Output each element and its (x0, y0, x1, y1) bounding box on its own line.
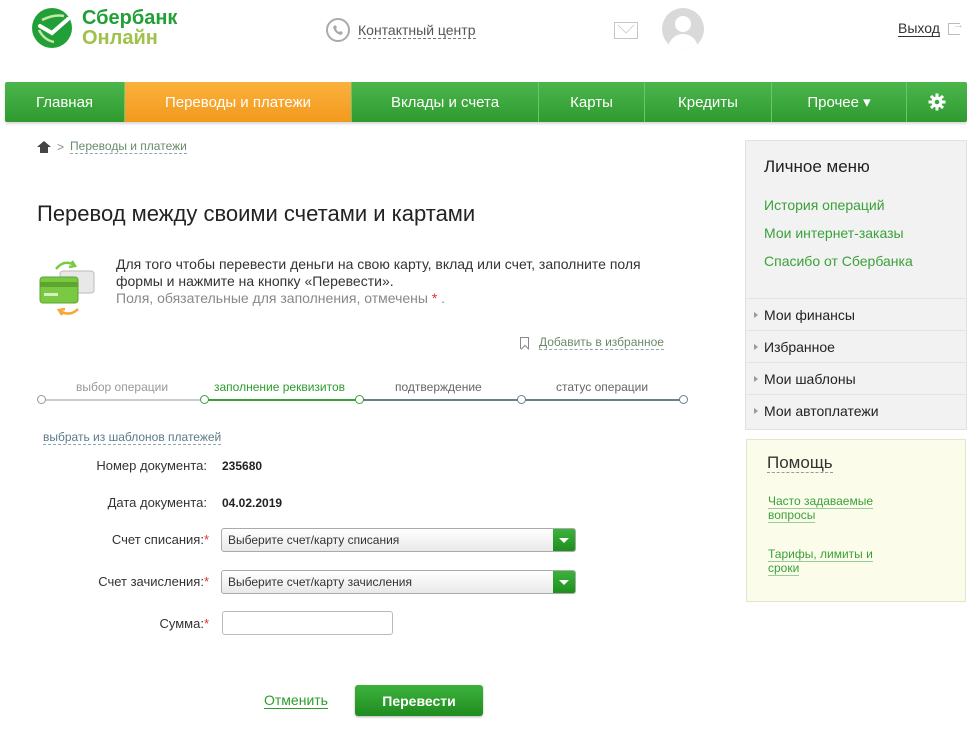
nav-item-transfers[interactable]: Переводы и платежи (125, 82, 352, 122)
add-to-favorites-link[interactable]: Добавить в избранное (520, 336, 664, 350)
amount-input[interactable] (222, 611, 393, 635)
nav-item-cards[interactable]: Карты (539, 82, 645, 122)
sidebar-link-orders[interactable]: Мои интернет-заказы (764, 225, 904, 241)
sidebar-item-autopayments[interactable]: Мои автоплатежи (746, 394, 967, 426)
doc-number-value: 235680 (222, 459, 263, 473)
contact-center-link[interactable]: Контактный центр (326, 18, 476, 42)
add-to-favorites-label: Добавить в избранное (539, 335, 664, 350)
avatar-body (668, 34, 698, 50)
personal-menu-title: Личное меню (764, 157, 870, 176)
sberbank-logo-icon (32, 8, 72, 48)
from-account-label-text: Счет списания: (111, 532, 204, 547)
step-label-confirm: подтверждение (395, 380, 482, 394)
step-line-active (204, 399, 359, 401)
step-dot-2 (200, 395, 209, 404)
help-link-tariffs-label: Тарифы, лимиты и сроки (768, 547, 873, 576)
nav-item-credits[interactable]: Кредиты (645, 82, 772, 122)
help-link-faq[interactable]: Часто задаваемые вопросы (768, 494, 898, 523)
avatar[interactable] (662, 8, 704, 50)
step-dot-4 (517, 395, 526, 404)
sidebar-link-history[interactable]: История операций (764, 197, 885, 213)
logout-label: Выход (898, 20, 940, 37)
required-mark: * (203, 532, 209, 547)
sidebar-link-spasibo[interactable]: Спасибо от Сбербанка (764, 253, 913, 269)
logo-line-2: Онлайн (82, 27, 158, 49)
submit-transfer-button[interactable]: Перевести (355, 685, 483, 716)
exit-icon (947, 19, 964, 35)
help-link-faq-label: Часто задаваемые вопросы (768, 494, 874, 523)
logo-line-1: Сбербанк (82, 7, 178, 29)
gear-icon[interactable] (907, 82, 967, 122)
to-account-label: Счет зачисления:* (39, 574, 209, 589)
from-account-select-value: Выберите счет/карту списания (228, 533, 400, 547)
page-title: Перевод между своими счетами и картами (37, 201, 476, 226)
required-note: Поля, обязательные для заполнения, отмеч… (116, 290, 428, 306)
breadcrumb: > Переводы и платежи (37, 140, 187, 154)
required-mark: * (431, 290, 438, 306)
doc-number-label: Номер документа: (96, 458, 207, 473)
info-text-block: Для того чтобы перевести деньги на свою … (116, 256, 676, 307)
progress-steps: выбор операции заполнение реквизитов под… (37, 380, 690, 410)
logout-link[interactable]: Выход (898, 19, 964, 37)
nav-item-home[interactable]: Главная (5, 82, 125, 122)
contact-center-label: Контактный центр (358, 21, 476, 39)
mail-icon[interactable] (614, 22, 638, 39)
sidebar-item-finances[interactable]: Мои финансы (746, 298, 967, 330)
step-line-done (44, 399, 204, 401)
to-account-select[interactable]: Выберите счет/карту зачисления (221, 570, 576, 594)
main-navbar: Главная Переводы и платежи Вклады и счет… (5, 82, 967, 122)
help-panel: Помощь Часто задаваемые вопросы Тарифы, … (746, 439, 966, 602)
step-label-status: статус операции (556, 380, 649, 394)
help-title[interactable]: Помощь (767, 453, 833, 473)
nav-item-deposits[interactable]: Вклады и счета (352, 82, 539, 122)
sidebar-item-templates[interactable]: Мои шаблоны (746, 362, 967, 394)
step-dot-3 (355, 395, 364, 404)
page-root: Сбербанк Онлайн Контактный центр Выход Г… (0, 0, 967, 742)
chevron-down-icon (553, 571, 575, 593)
amount-label-text: Сумма: (159, 616, 204, 631)
nav-item-other[interactable]: Прочее ▾ (772, 82, 907, 122)
phone-icon (326, 18, 350, 42)
step-dot-1 (37, 395, 46, 404)
required-note-line: Поля, обязательные для заполнения, отмеч… (116, 290, 446, 306)
logo-text: Сбербанк Онлайн (82, 8, 177, 48)
from-account-label: Счет списания:* (39, 532, 209, 547)
breadcrumb-link-transfers[interactable]: Переводы и платежи (70, 140, 187, 154)
from-account-select[interactable]: Выберите счет/карту списания (221, 528, 576, 552)
personal-menu: Личное меню История операций Мои интерне… (745, 140, 967, 430)
breadcrumb-separator: > (57, 140, 65, 154)
sberbank-logo[interactable]: Сбербанк Онлайн (30, 6, 177, 50)
step-label-fill: заполнение реквизитов (214, 380, 346, 394)
doc-date-label: Дата документа: (107, 495, 207, 510)
cancel-link[interactable]: Отменить (264, 693, 328, 709)
required-mark: * (203, 574, 209, 589)
to-account-label-text: Счет зачисления: (98, 574, 204, 589)
avatar-head (675, 16, 691, 32)
info-text: Для того чтобы перевести деньги на свою … (116, 256, 641, 289)
templates-link[interactable]: выбрать из шаблонов платежей (43, 431, 222, 445)
step-dot-5 (679, 395, 688, 404)
home-icon[interactable] (37, 141, 51, 153)
chevron-down-icon (553, 529, 575, 551)
transfer-cards-icon (39, 260, 95, 316)
amount-label: Сумма:* (39, 616, 209, 631)
sidebar-item-favorites[interactable]: Избранное (746, 330, 967, 362)
doc-date-value: 04.02.2019 (222, 496, 283, 510)
help-link-tariffs[interactable]: Тарифы, лимиты и сроки (768, 547, 898, 576)
required-mark: * (203, 616, 209, 631)
step-label-choose: выбор операции (76, 380, 169, 394)
to-account-select-value: Выберите счет/карту зачисления (228, 575, 412, 589)
bookmark-icon (520, 337, 529, 349)
